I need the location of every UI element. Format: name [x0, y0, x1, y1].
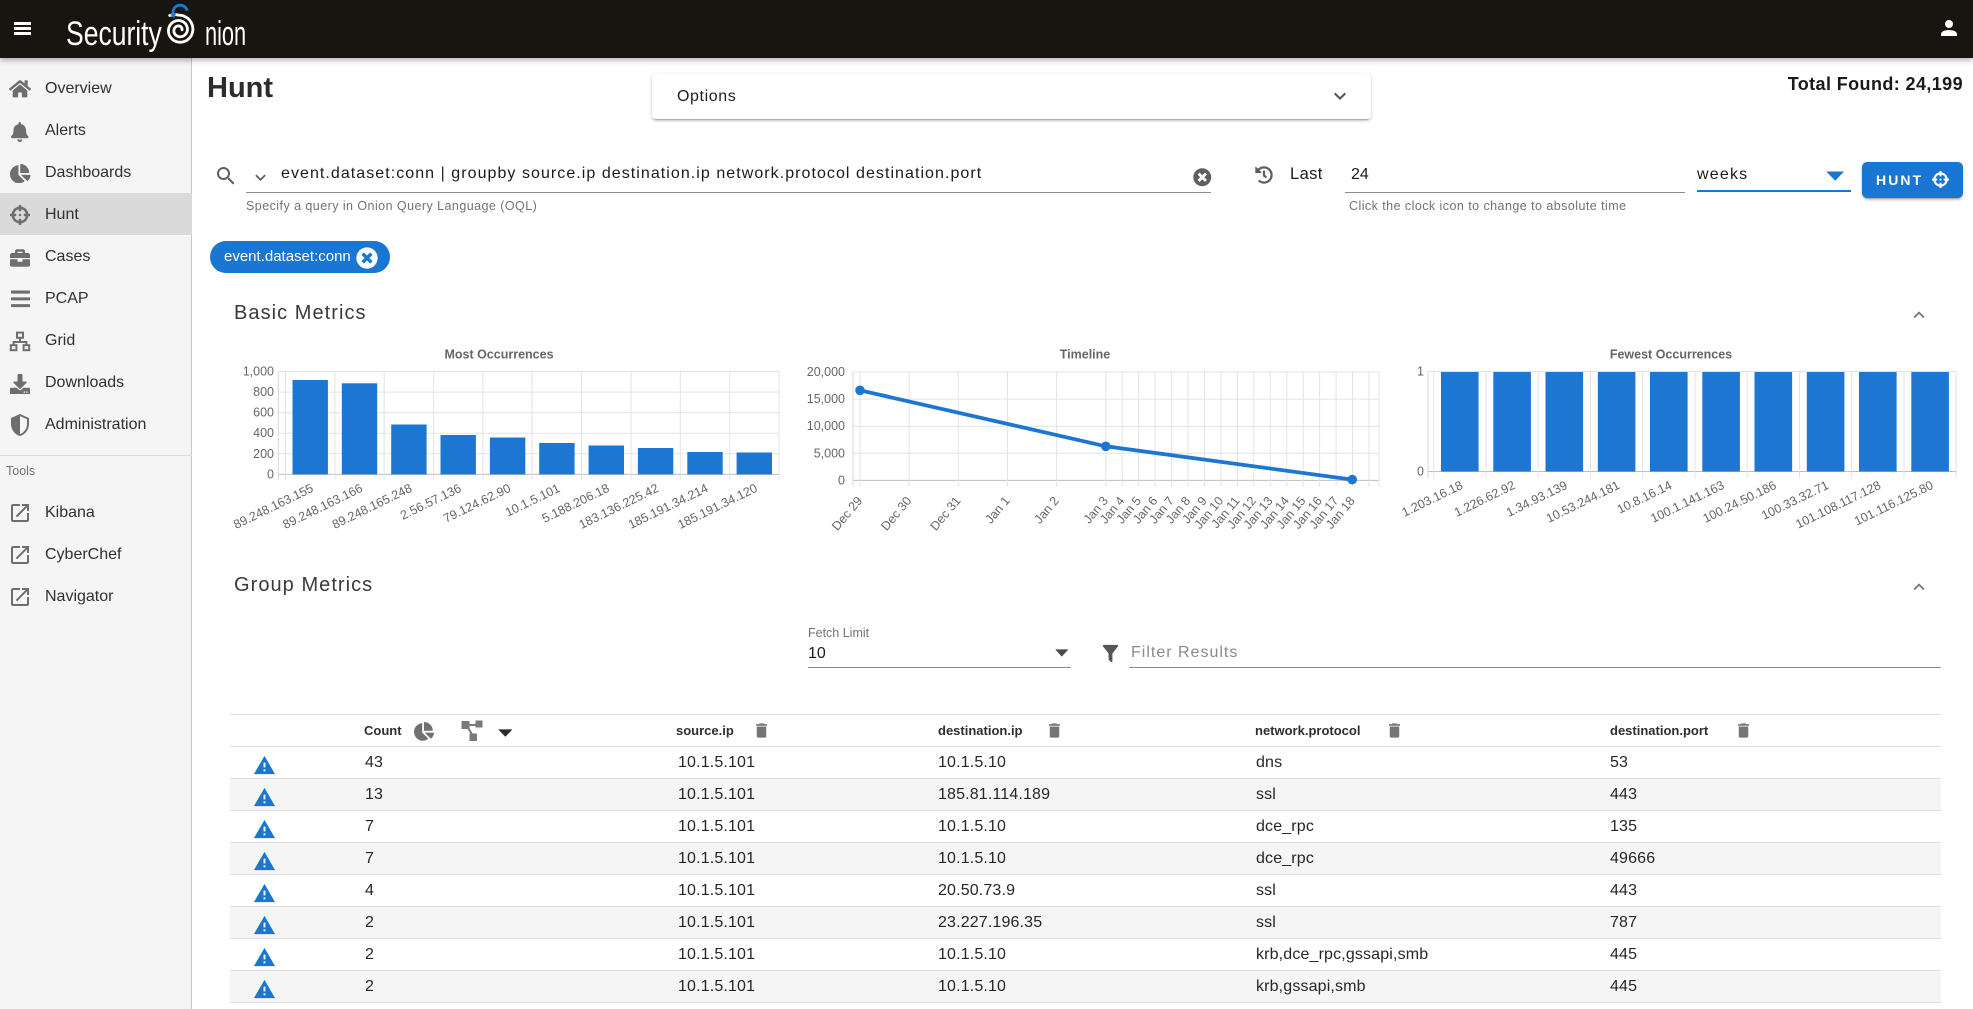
svg-text:800: 800: [253, 385, 274, 399]
svg-text:5,000: 5,000: [814, 446, 845, 460]
svg-text:200: 200: [253, 447, 274, 461]
svg-text:Timeline: Timeline: [1060, 348, 1111, 362]
svg-text:Jan 1: Jan 1: [982, 494, 1012, 526]
svg-text:Most Occurrences: Most Occurrences: [444, 348, 553, 362]
svg-text:10,000: 10,000: [807, 419, 845, 433]
svg-text:0: 0: [267, 467, 274, 481]
svg-text:89.248.163.155: 89.248.163.155: [231, 481, 315, 532]
svg-text:Fewest Occurrences: Fewest Occurrences: [1610, 348, 1732, 362]
svg-text:20,000: 20,000: [807, 365, 845, 379]
svg-text:Dec 30: Dec 30: [878, 494, 914, 533]
svg-text:Dec 31: Dec 31: [927, 494, 963, 533]
svg-text:15,000: 15,000: [807, 392, 845, 406]
svg-text:Dec 29: Dec 29: [829, 494, 865, 533]
svg-text:Jan 2: Jan 2: [1032, 494, 1062, 526]
svg-text:0: 0: [1417, 465, 1424, 479]
svg-text:1,000: 1,000: [243, 365, 274, 379]
svg-text:1: 1: [1417, 365, 1424, 379]
svg-text:600: 600: [253, 406, 274, 420]
svg-text:0: 0: [838, 473, 845, 487]
svg-text:400: 400: [253, 426, 274, 440]
